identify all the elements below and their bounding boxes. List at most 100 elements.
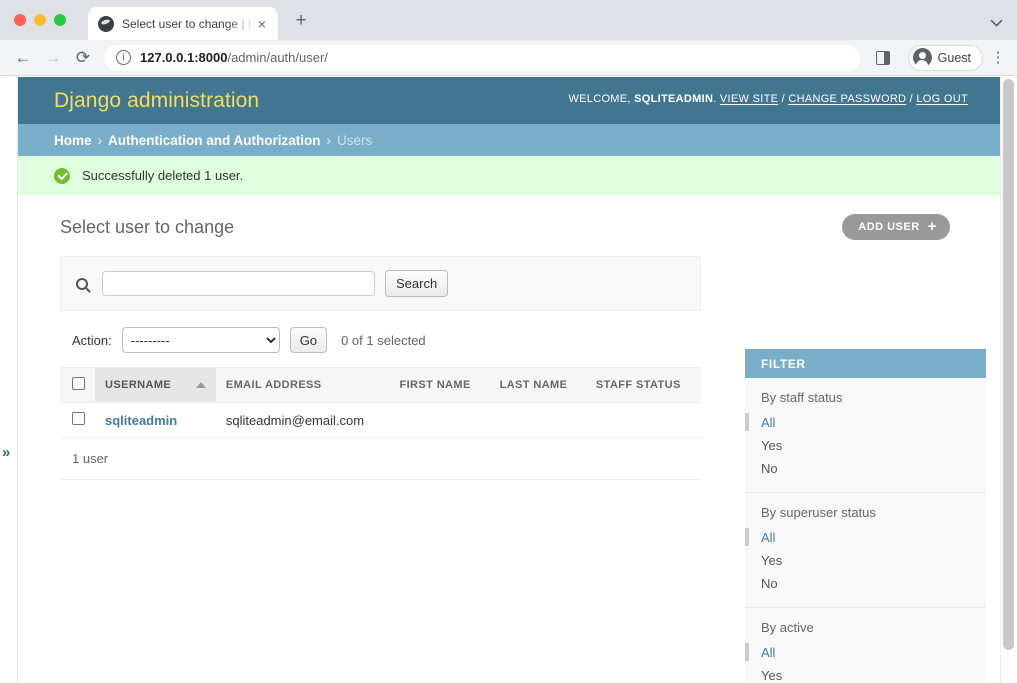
table-head: USERNAME EMAIL ADDRESS FIRST NAME LAST N… (60, 367, 701, 403)
browser-tab-strip: Select user to change | Django × + (0, 0, 1017, 40)
sidebar-toggle-icon[interactable]: » (2, 445, 10, 460)
filter-option-active-all[interactable]: All (745, 641, 986, 664)
filter-option-staff-all[interactable]: All (745, 411, 986, 434)
plus-icon: + (927, 218, 937, 235)
breadcrumb-current: Users (337, 132, 373, 148)
reload-button[interactable]: ⟳ (68, 43, 98, 73)
action-select[interactable]: --------- (121, 327, 280, 353)
current-username: SQLITEADMIN (634, 93, 714, 105)
filter-title-active: By active (761, 620, 814, 635)
breadcrumb-app[interactable]: Authentication and Authorization (108, 133, 320, 148)
cell-first-name (389, 402, 490, 438)
select-all-header (60, 367, 95, 403)
add-user-label: ADD USER (858, 221, 920, 233)
user-tools-separator-1: / (781, 93, 785, 105)
cell-email: sqliteadmin@email.com (215, 402, 390, 438)
selection-counter: 0 of 1 selected (341, 332, 426, 348)
select-all-checkbox[interactable] (72, 377, 85, 390)
object-tools: ADD USER + (842, 214, 950, 240)
site-title: Django administration (54, 88, 260, 112)
filter-option-superuser-yes[interactable]: Yes (745, 549, 986, 572)
close-tab-icon[interactable]: × (254, 16, 270, 32)
globe-favicon-icon (98, 15, 114, 32)
filter-title-staff-status: By staff status (761, 390, 843, 405)
browser-tab[interactable]: Select user to change | Django × (88, 7, 278, 40)
column-header-staff-status[interactable]: STAFF STATUS (585, 367, 701, 403)
close-window-button[interactable] (14, 14, 26, 26)
table-row: sqliteadmin sqliteadmin@email.com (60, 402, 701, 438)
search-input[interactable] (102, 271, 375, 296)
filter-group-staff-status: By staff status All Yes No (745, 378, 986, 493)
breadcrumb-separator-2: › (326, 132, 332, 148)
paginator: 1 user (60, 438, 701, 480)
url-path: /admin/auth/user/ (227, 50, 328, 65)
profile-name: Guest (937, 50, 971, 65)
new-tab-button[interactable]: + (288, 8, 314, 34)
column-header-username[interactable]: USERNAME (95, 367, 216, 403)
welcome-prefix: WELCOME, (568, 93, 631, 105)
row-checkbox[interactable] (72, 412, 85, 425)
action-go-button[interactable]: Go (289, 327, 328, 353)
message-banner: Successfully deleted 1 user. (18, 156, 1000, 195)
filter-option-staff-no[interactable]: No (745, 457, 986, 480)
filter-option-superuser-no[interactable]: No (745, 572, 986, 595)
profile-button[interactable]: Guest (907, 44, 983, 71)
forward-button[interactable]: → (38, 43, 68, 73)
column-header-last-name[interactable]: LAST NAME (489, 367, 586, 403)
breadcrumb-home[interactable]: Home (54, 133, 92, 148)
chevron-down-icon[interactable] (990, 15, 1003, 30)
tab-title: Select user to change | Django (122, 16, 254, 31)
url-text: 127.0.0.1:8000/admin/auth/user/ (140, 50, 328, 65)
filter-group-active: By active All Yes No (745, 608, 986, 683)
sort-ascending-icon (195, 382, 206, 388)
filter-group-superuser-status: By superuser status All Yes No (745, 493, 986, 608)
change-password-link[interactable]: CHANGE PASSWORD (788, 93, 906, 105)
message-text: Successfully deleted 1 user. (82, 168, 244, 183)
column-label-username: USERNAME (105, 379, 172, 391)
actions-bar: Action: --------- Go 0 of 1 selected (60, 311, 701, 367)
user-link[interactable]: sqliteadmin (105, 413, 177, 428)
search-icon (76, 277, 88, 290)
filter-header: FILTER (745, 349, 986, 378)
welcome-period: . (713, 93, 717, 105)
table-header-row: USERNAME EMAIL ADDRESS FIRST NAME LAST N… (60, 367, 701, 403)
column-header-first-name[interactable]: FIRST NAME (389, 367, 490, 403)
search-submit-button[interactable]: Search (385, 270, 449, 297)
user-tools: WELCOME, SQLITEADMIN. VIEW SITE / CHANGE… (568, 93, 968, 105)
django-header: Django administration WELCOME, SQLITEADM… (18, 77, 1000, 124)
back-button[interactable]: ← (8, 43, 38, 73)
side-panel-icon (875, 50, 890, 65)
minimize-window-button[interactable] (34, 14, 46, 26)
breadcrumb: Home › Authentication and Authorization … (18, 124, 1000, 156)
browser-menu-icon[interactable]: ⋮ (987, 50, 1009, 65)
results-table: USERNAME EMAIL ADDRESS FIRST NAME LAST N… (60, 367, 701, 438)
maximize-window-button[interactable] (54, 14, 66, 26)
changelist-main-column: Search Action: --------- Go 0 of 1 selec… (60, 256, 701, 480)
site-info-icon[interactable]: i (116, 50, 131, 65)
left-rail: » (0, 77, 18, 683)
page-title: Select user to change (60, 217, 235, 237)
browser-toolbar: ← → ⟳ i 127.0.0.1:8000/admin/auth/user/ … (0, 40, 1017, 76)
cell-staff-status (585, 402, 701, 438)
chevron-down-glyph (990, 19, 1003, 27)
filter-title-superuser-status: By superuser status (761, 505, 876, 520)
cell-username: sqliteadmin (95, 402, 216, 438)
action-label: Action: (72, 332, 112, 348)
address-bar[interactable]: i 127.0.0.1:8000/admin/auth/user/ (104, 44, 860, 71)
filter-option-superuser-all[interactable]: All (745, 526, 986, 549)
browser-window: Select user to change | Django × + ← → ⟳… (0, 0, 1017, 683)
scrollbar-thumb[interactable] (1003, 79, 1014, 650)
view-site-link[interactable]: VIEW SITE (720, 93, 778, 105)
url-host: 127.0.0.1:8000 (140, 50, 228, 65)
add-user-button[interactable]: ADD USER + (842, 214, 950, 240)
column-header-email[interactable]: EMAIL ADDRESS (215, 367, 390, 403)
user-tools-separator-2: / (909, 93, 914, 105)
log-out-link[interactable]: LOG OUT (916, 93, 968, 105)
window-controls (0, 14, 66, 40)
filter-option-active-yes[interactable]: Yes (745, 664, 986, 683)
success-check-icon (54, 167, 70, 184)
filter-option-staff-yes[interactable]: Yes (745, 434, 986, 457)
side-panel-button[interactable] (868, 43, 898, 73)
page-scrollbar[interactable] (1000, 77, 1015, 683)
breadcrumb-separator-1: › (97, 132, 103, 148)
